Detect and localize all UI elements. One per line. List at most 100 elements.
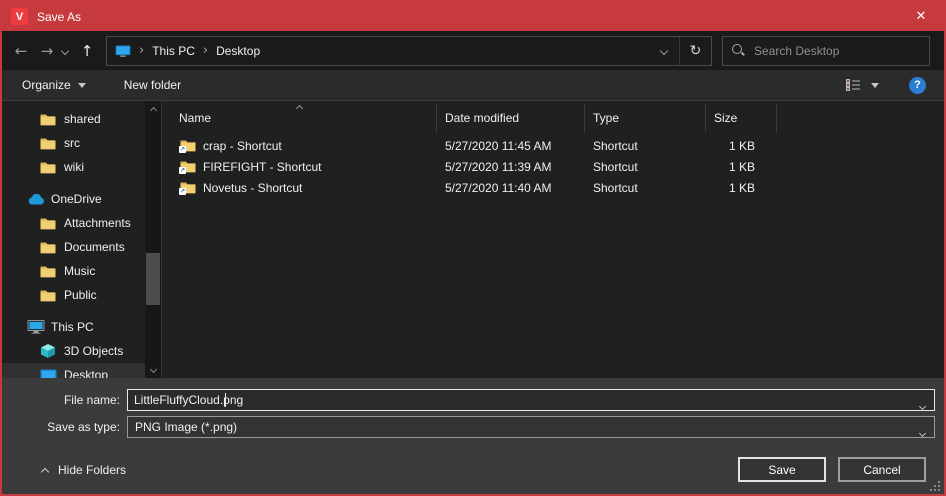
recent-locations-chevron-icon[interactable] [61,46,69,54]
folder-icon [40,137,56,150]
organize-dropdown-icon [78,83,86,88]
scroll-down-icon[interactable] [145,362,161,376]
sidebar-item-src[interactable]: src [2,131,145,155]
desktop-icon [115,45,131,57]
main-area: shared [2,101,944,378]
desktop-icon [40,369,57,379]
sidebar-item-label: wiki [64,160,84,174]
sidebar-item-label: OneDrive [51,192,102,206]
breadcrumb-desktop[interactable]: Desktop [216,44,260,58]
forward-icon[interactable]: → [34,42,60,60]
sidebar-item-label: Documents [64,240,125,254]
sidebar-item-label: 3D Objects [64,344,123,358]
sidebar-item-label: Desktop [64,368,108,378]
navigation-bar: ← → ↑ › This PC › Desktop ↻ [2,31,944,70]
file-row[interactable]: ↗ Novetus - Shortcut 5/27/2020 11:40 AM … [162,177,944,198]
file-name-field[interactable] [127,389,935,411]
file-name-input[interactable] [128,393,934,407]
organize-button[interactable]: Organize [22,78,86,92]
file-type: Shortcut [585,160,706,174]
resize-grip[interactable] [930,481,940,491]
breadcrumb-separator: › [139,43,144,58]
folder-icon [40,241,56,254]
back-icon[interactable]: ← [8,42,34,60]
view-dropdown-icon[interactable] [871,83,879,88]
close-icon[interactable]: ✕ [898,2,944,31]
save-as-dialog: V Save As ✕ ← → ↑ › This PC › Desktop ↻ [0,0,946,496]
scroll-up-icon[interactable] [145,103,161,117]
sidebar-scrollbar[interactable] [145,101,161,378]
column-header-size[interactable]: Size [706,104,777,132]
save-as-type-select[interactable]: PNG Image (*.png) [127,416,935,438]
details-view-icon[interactable] [846,79,861,91]
sort-ascending-icon [296,105,303,112]
file-name-text: crap - Shortcut [203,139,282,153]
bottom-panel: File name: Save as type: PNG Image (*.pn… [2,378,944,494]
file-date-modified: 5/27/2020 11:40 AM [437,181,585,195]
address-bar[interactable]: › This PC › Desktop ↻ [106,36,712,66]
folder-icon [40,289,56,302]
sidebar-item-label: Public [64,288,97,302]
cancel-button[interactable]: Cancel [838,457,926,482]
sidebar-item-label: shared [64,112,101,126]
folder-shortcut-icon: ↗ [180,160,196,173]
file-row[interactable]: ↗ FIREFIGHT - Shortcut 5/27/2020 11:39 A… [162,156,944,177]
scrollbar-thumb[interactable] [146,253,160,305]
help-icon[interactable]: ? [909,77,926,94]
file-name-dropdown-icon[interactable] [920,398,925,412]
folder-shortcut-icon: ↗ [180,181,196,194]
new-folder-button[interactable]: New folder [124,78,181,92]
3d-objects-icon [40,343,56,359]
file-size: 1 KB [706,160,777,174]
file-name-text: Novetus - Shortcut [203,181,302,195]
file-type: Shortcut [585,181,706,195]
up-icon[interactable]: ↑ [74,42,100,60]
folder-icon [40,161,56,174]
file-row[interactable]: ↗ crap - Shortcut 5/27/2020 11:45 AM Sho… [162,135,944,156]
column-header-name[interactable]: Name [162,104,437,132]
shortcut-arrow-icon: ↗ [179,146,186,153]
sidebar-item-public[interactable]: Public [2,283,145,307]
sidebar-item-desktop[interactable]: Desktop [2,363,145,378]
file-size: 1 KB [706,139,777,153]
save-as-type-label: Save as type: [2,420,127,434]
window-title: Save As [37,10,81,24]
folder-shortcut-icon: ↗ [180,139,196,152]
search-icon [732,44,745,57]
chevron-up-icon [41,467,49,475]
text-caret [225,393,226,407]
folder-icon [40,217,56,230]
hide-folders-button[interactable]: Hide Folders [42,457,126,482]
sidebar-item-label: This PC [51,320,94,334]
sidebar-item-this-pc[interactable]: This PC [2,315,145,339]
shortcut-arrow-icon: ↗ [179,188,186,195]
search-input[interactable] [754,44,920,58]
command-toolbar: Organize New folder ? [2,70,944,101]
save-as-type-dropdown-icon [920,425,925,439]
breadcrumb-separator: › [203,43,208,58]
breadcrumb-this-pc[interactable]: This PC [152,44,195,58]
address-dropdown-button[interactable] [649,37,679,65]
search-box[interactable] [722,36,930,66]
vivaldi-logo-icon: V [11,8,28,25]
sidebar-item-attachments[interactable]: Attachments [2,211,145,235]
sidebar-item-documents[interactable]: Documents [2,235,145,259]
folder-icon [40,265,56,278]
sidebar-item-onedrive[interactable]: OneDrive [2,187,145,211]
sidebar-item-shared[interactable]: shared [2,107,145,131]
file-type: Shortcut [585,139,706,153]
sidebar-item-label: Music [64,264,95,278]
sidebar-item-3d-objects[interactable]: 3D Objects [2,339,145,363]
refresh-icon[interactable]: ↻ [679,37,711,65]
file-date-modified: 5/27/2020 11:39 AM [437,160,585,174]
column-header-date-modified[interactable]: Date modified [437,104,585,132]
column-header-type[interactable]: Type [585,104,706,132]
shortcut-arrow-icon: ↗ [179,167,186,174]
column-headers: Name Date modified Type Size [162,104,944,132]
file-rows: ↗ crap - Shortcut 5/27/2020 11:45 AM Sho… [162,135,944,198]
sidebar-item-wiki[interactable]: wiki [2,155,145,179]
sidebar-item-label: src [64,136,80,150]
this-pc-icon [27,320,45,334]
save-button[interactable]: Save [738,457,826,482]
sidebar-item-music[interactable]: Music [2,259,145,283]
